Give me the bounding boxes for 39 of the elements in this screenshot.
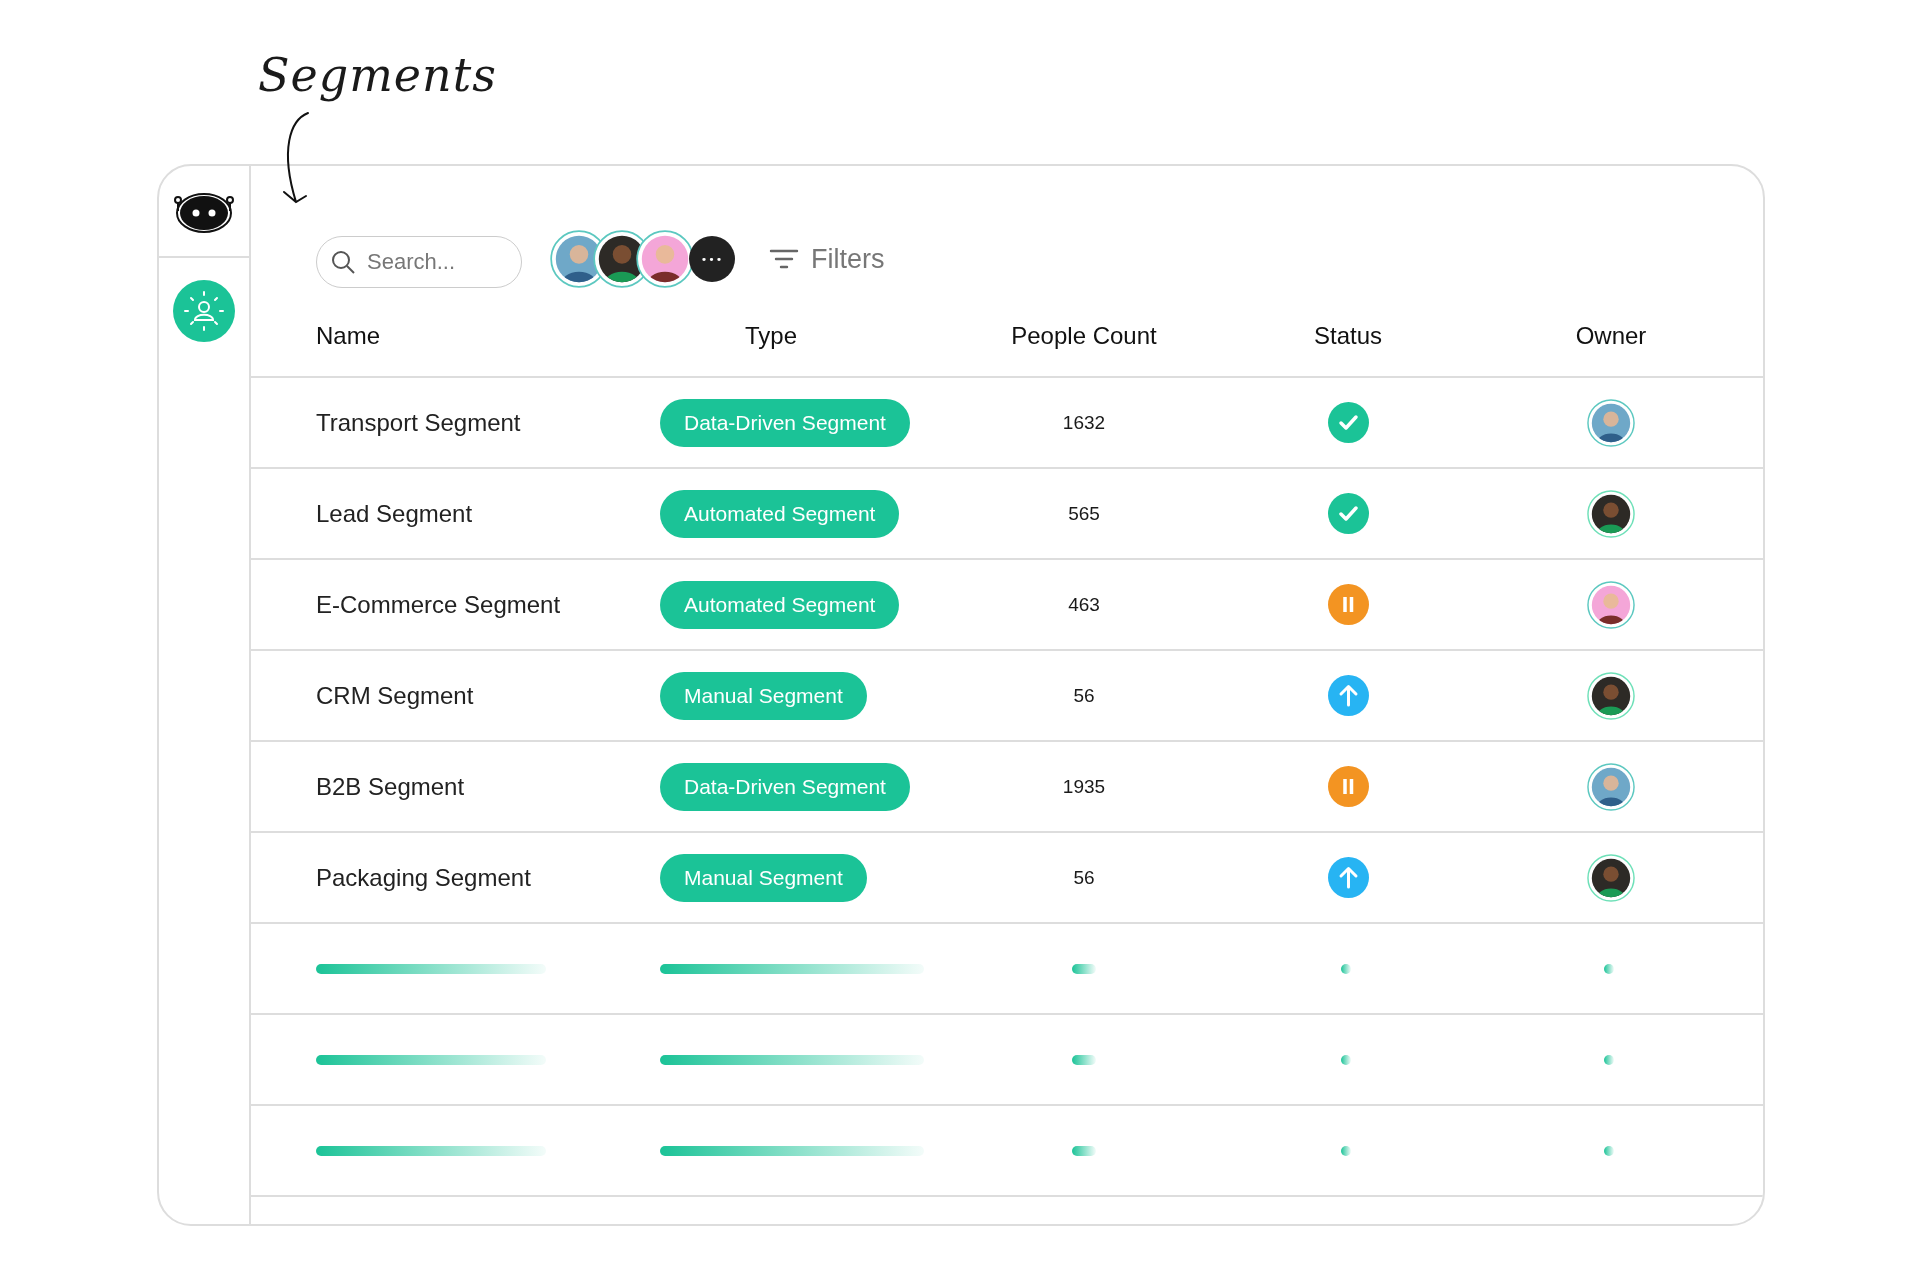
filter-icon (769, 248, 799, 270)
skeleton-bar (1604, 1145, 1614, 1156)
skeleton-bar (1072, 1145, 1096, 1156)
annotation-title: Segments (258, 48, 497, 102)
skeleton-bar (1604, 1054, 1614, 1065)
table-cell: 463 (1068, 593, 1100, 616)
skeleton-bar (1072, 1054, 1096, 1065)
column-header[interactable]: People Count (960, 322, 1208, 350)
column-header[interactable]: Type (660, 322, 960, 350)
table-cell: 1632 (1062, 411, 1106, 434)
table-cell-text: CRM Segment (316, 681, 475, 710)
table-cell: 56 (1073, 684, 1095, 707)
type-tag: Automated Segment (660, 580, 900, 629)
skeleton-bar (1341, 1145, 1351, 1156)
table-cell: 565 (1068, 502, 1100, 525)
column-header[interactable]: Status (1208, 322, 1488, 350)
table-cell-text: Lead Segment (316, 499, 474, 528)
column-header[interactable]: Name (316, 322, 660, 350)
table-cell: 56 (1073, 866, 1095, 889)
table-cell: 1935 (1062, 775, 1106, 798)
more-avatars-button[interactable]: ••• (689, 236, 735, 282)
skeleton-bar (1072, 963, 1096, 974)
search-icon (330, 249, 356, 275)
type-tag: Manual Segment (660, 671, 867, 720)
search-field[interactable]: Search... (316, 236, 522, 288)
table-cell-text: E-Commerce Segment (316, 590, 562, 619)
column-header[interactable]: Owner (1488, 322, 1734, 350)
skeleton-bar (1341, 963, 1351, 974)
table-cell-text: Packaging Segment (316, 863, 532, 892)
type-tag: Data-Driven Segment (660, 762, 910, 811)
skeleton-bar (1341, 1054, 1351, 1065)
type-tag: Data-Driven Segment (660, 398, 910, 447)
filters-button[interactable]: Filters (769, 243, 885, 275)
table-cell-text: Transport Segment (316, 408, 522, 437)
type-tag: Automated Segment (660, 489, 900, 538)
table-cell-text: B2B Segment (316, 772, 466, 801)
audience-nav-icon[interactable] (173, 280, 235, 342)
type-tag: Manual Segment (660, 853, 867, 902)
skeleton-bar (1604, 963, 1614, 974)
